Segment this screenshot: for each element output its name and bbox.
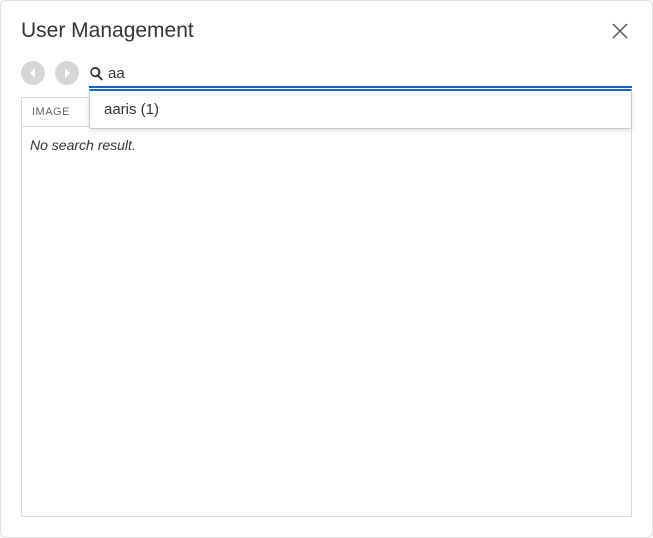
column-header-image: IMAGE	[22, 98, 82, 126]
nav-back-button[interactable]	[21, 61, 45, 85]
user-management-dialog: User Management aaris (1) IMAGE USERNAME	[0, 0, 653, 538]
arrow-right-icon	[60, 66, 74, 80]
close-button[interactable]	[608, 19, 632, 43]
toolbar: aaris (1)	[21, 61, 632, 85]
results-table: IMAGE USERNAME No search result.	[21, 97, 632, 517]
arrow-left-icon	[26, 66, 40, 80]
title-row: User Management	[21, 19, 632, 43]
close-icon	[610, 21, 630, 41]
search-underline	[89, 86, 632, 88]
search-suggestions: aaris (1)	[89, 89, 632, 129]
suggestion-item[interactable]: aaris (1)	[90, 95, 631, 124]
search-input[interactable]	[108, 63, 632, 84]
search-icon	[89, 66, 104, 81]
search-field-wrap: aaris (1)	[89, 63, 632, 84]
nav-forward-button[interactable]	[55, 61, 79, 85]
dialog-title: User Management	[21, 19, 194, 43]
no-result-message: No search result.	[22, 127, 631, 163]
